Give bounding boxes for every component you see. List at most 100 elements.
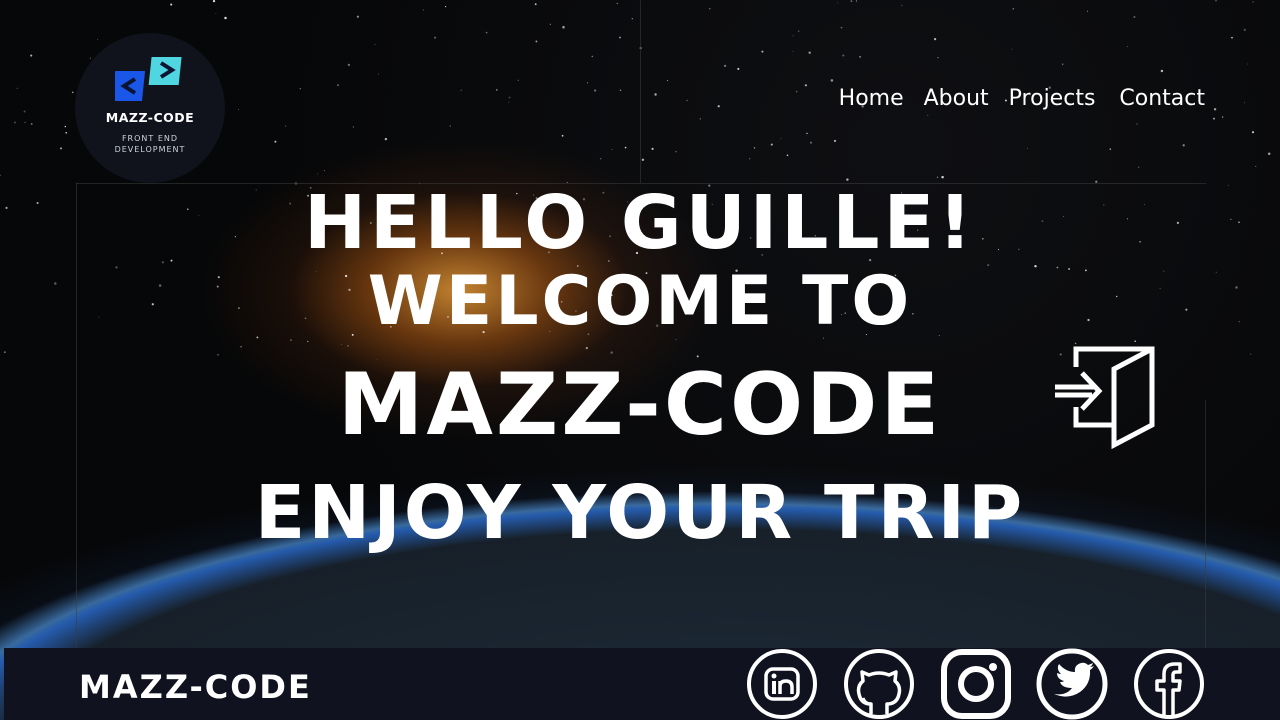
star (299, 87, 302, 90)
nav-contact[interactable]: Contact (1119, 86, 1205, 111)
star (591, 55, 594, 58)
star (115, 266, 118, 269)
site-logo[interactable]: MAZZ-CODE FRONT END DEVELOPMENT (75, 33, 225, 183)
star (238, 109, 239, 110)
star (594, 89, 597, 92)
star (840, 26, 843, 29)
nav-projects[interactable]: Projects (1009, 86, 1096, 111)
enter-door-icon (1055, 346, 1155, 450)
star (1230, 218, 1232, 220)
star (1238, 320, 1240, 323)
instagram-link[interactable] (940, 648, 1012, 720)
hero-greeting: HELLO GUILLE! (304, 180, 976, 266)
star (212, 0, 216, 3)
star (610, 351, 613, 354)
star (686, 99, 688, 102)
star (13, 121, 16, 124)
star (562, 25, 565, 29)
star (1235, 286, 1238, 289)
star (699, 118, 701, 120)
star (340, 343, 342, 345)
star (16, 87, 18, 89)
star (842, 54, 845, 57)
frame-line (76, 183, 77, 648)
star (517, 79, 520, 82)
facebook-link[interactable] (1133, 648, 1205, 720)
star (224, 16, 227, 20)
star (1238, 221, 1240, 224)
star (619, 36, 621, 39)
star (611, 148, 613, 150)
star (709, 8, 711, 10)
star (347, 63, 351, 67)
star (59, 147, 63, 150)
star (98, 316, 100, 318)
star (444, 5, 447, 8)
star (780, 137, 782, 139)
nav-about[interactable]: About (924, 86, 989, 111)
twitter-link[interactable] (1036, 648, 1108, 720)
star (795, 90, 798, 93)
star (855, 0, 858, 2)
frame-line (1205, 400, 1206, 648)
logo-subtitle: FRONT END DEVELOPMENT (75, 133, 225, 155)
star (384, 137, 388, 141)
star (65, 131, 68, 134)
star (274, 140, 277, 143)
star (804, 84, 808, 87)
star (535, 40, 538, 43)
star (5, 206, 8, 209)
star (30, 122, 33, 125)
footer-brand: MAZZ-CODE (79, 668, 312, 706)
nav-home[interactable]: Home (839, 86, 904, 111)
star (927, 114, 929, 116)
star (833, 139, 837, 142)
star (460, 89, 462, 91)
star (1011, 48, 1013, 50)
star (830, 79, 834, 82)
star (97, 38, 99, 40)
star (1221, 116, 1224, 118)
star (1182, 144, 1185, 147)
frame-line (640, 0, 641, 183)
star (151, 303, 154, 306)
star (936, 176, 939, 178)
star (737, 67, 740, 70)
star (667, 80, 668, 81)
star (1252, 1, 1254, 3)
star (624, 146, 627, 149)
star (561, 134, 564, 137)
star (1267, 152, 1271, 156)
star (352, 126, 355, 128)
star (1127, 218, 1129, 220)
star (1213, 108, 1217, 111)
star (1133, 16, 1136, 18)
star (651, 147, 654, 151)
star (753, 147, 756, 149)
star (71, 91, 74, 94)
star (749, 158, 751, 160)
star (1061, 63, 1064, 65)
star (599, 157, 602, 160)
star (934, 38, 937, 41)
hero-welcome: WELCOME TO (367, 262, 913, 341)
star (316, 173, 318, 175)
star (585, 346, 588, 350)
enter-button[interactable] (1052, 345, 1156, 450)
star (1144, 204, 1145, 206)
star (1159, 287, 1161, 289)
star (1136, 123, 1138, 125)
star (240, 346, 242, 348)
star (89, 57, 91, 59)
star (1250, 353, 1252, 355)
github-link[interactable] (843, 648, 915, 720)
star (1215, 0, 1217, 2)
star (770, 143, 773, 146)
star (1212, 117, 1216, 120)
star (797, 30, 800, 32)
star (30, 54, 33, 57)
linkedin-link[interactable] (746, 648, 818, 720)
github-icon (844, 649, 914, 719)
footer: MAZZ-CODE (4, 648, 1280, 720)
page: MAZZ-CODE FRONT END DEVELOPMENT Home Abo… (0, 0, 1280, 720)
